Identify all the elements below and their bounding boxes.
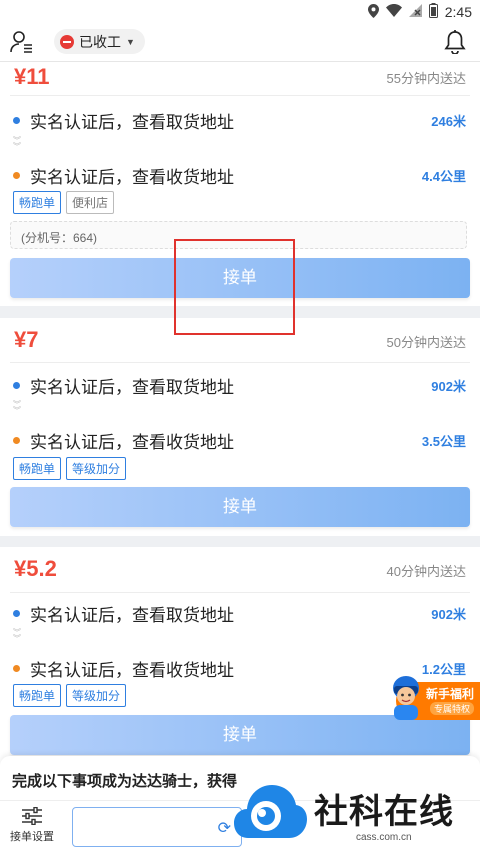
order-tag: 畅跑单: [13, 684, 62, 707]
pickup-distance: 902米: [431, 379, 466, 394]
bell-icon[interactable]: [444, 30, 466, 55]
order-price: ¥11: [14, 64, 50, 89]
work-status-dropdown[interactable]: 已收工 ▼: [54, 29, 145, 54]
pickup-dot-icon: [13, 610, 20, 617]
delivery-dot-icon: [13, 172, 20, 179]
order-tag: 等级加分: [66, 457, 127, 480]
promo-subtitle: 专属特权: [430, 702, 475, 715]
work-status-label: 已收工: [79, 33, 121, 50]
divider: [10, 95, 470, 96]
watermark-url: cass.com.cn: [356, 832, 412, 843]
watermark-text: 社科在线: [314, 793, 454, 831]
top-bar: 已收工 ▼: [0, 24, 480, 62]
route-chevron-icon: ︾ ︾: [13, 628, 21, 643]
pickup-row: 实名认证后，查看取货地址 902米: [0, 373, 480, 397]
delivery-address: 实名认证后，查看收货地址: [30, 433, 234, 452]
pickup-row: 实名认证后，查看取货地址 902米: [0, 601, 480, 625]
rider-mascot-icon: [388, 674, 424, 720]
pickup-dot-icon: [13, 382, 20, 389]
stop-icon: [60, 34, 74, 49]
refresh-icon: ⟳: [217, 820, 231, 837]
pickup-address: 实名认证后，查看取货地址: [30, 606, 234, 625]
order-settings-label: 接单设置: [10, 831, 54, 843]
order-card[interactable]: ¥5.2 40分钟内送达 实名认证后，查看取货地址 902米 ︾ ︾ 实名认证后，…: [0, 547, 480, 767]
battery-icon: [428, 3, 438, 21]
order-price: ¥7: [14, 327, 39, 352]
wifi-icon: [385, 4, 402, 20]
promo-title: 新手福利: [426, 687, 475, 701]
caret-down-icon: ▼: [126, 36, 135, 47]
cloud-logo-icon: [234, 785, 307, 838]
go-online-button[interactable]: ⟳: [72, 807, 242, 847]
status-bar: 2:45: [0, 0, 480, 24]
order-tags: 畅跑单 等级加分: [13, 457, 127, 480]
route-chevron-icon: ︾ ︾: [13, 136, 21, 151]
highlight-box: [174, 239, 295, 335]
delivery-dot-icon: [13, 437, 20, 444]
divider: [10, 362, 470, 363]
order-eta: 40分钟内送达: [386, 564, 466, 579]
accept-order-button[interactable]: 接单: [10, 487, 470, 527]
location-icon: [367, 3, 379, 21]
pickup-row: 实名认证后，查看取货地址 246米: [0, 108, 480, 132]
delivery-distance: 4.4公里: [421, 169, 466, 184]
pickup-address: 实名认证后，查看取货地址: [30, 113, 234, 132]
order-price: ¥5.2: [14, 556, 57, 581]
order-tags: 畅跑单 便利店: [13, 191, 115, 214]
order-tag: 等级加分: [66, 684, 127, 707]
order-tag: 畅跑单: [13, 457, 62, 480]
pickup-address: 实名认证后，查看取货地址: [30, 378, 234, 397]
order-eta: 50分钟内送达: [386, 335, 466, 350]
no-signal-icon: [408, 4, 422, 20]
sliders-icon: [22, 807, 42, 825]
accept-order-button[interactable]: 接单: [10, 715, 470, 755]
delivery-dot-icon: [13, 665, 20, 672]
route-chevron-icon: ︾ ︾: [13, 400, 21, 415]
clock: 2:45: [444, 4, 472, 20]
order-card[interactable]: ¥7 50分钟内送达 实名认证后，查看取货地址 902米 ︾ ︾ 实名认证后，查看…: [0, 318, 480, 536]
delivery-address: 实名认证后，查看收货地址: [30, 168, 234, 187]
pickup-dot-icon: [13, 117, 20, 124]
newbie-benefit-badge[interactable]: 新手福利 专属特权: [388, 674, 480, 720]
delivery-row: 实名认证后，查看收货地址 3.5公里: [0, 428, 480, 452]
order-settings-tab[interactable]: 接单设置: [6, 807, 58, 844]
onboarding-text: 完成以下事项成为达达骑士，获得: [12, 773, 238, 790]
order-tag: 畅跑单: [13, 191, 62, 214]
delivery-distance: 3.5公里: [421, 434, 466, 449]
delivery-row: 实名认证后，查看收货地址 4.4公里: [0, 163, 480, 187]
pickup-distance: 902米: [431, 607, 466, 622]
delivery-address: 实名认证后，查看收货地址: [30, 661, 234, 680]
watermark-logo: 社科在线 cass.com.cn: [232, 774, 480, 853]
divider: [10, 592, 470, 593]
pickup-distance: 246米: [431, 114, 466, 129]
order-tags: 畅跑单 等级加分: [13, 684, 127, 707]
order-eta: 55分钟内送达: [386, 71, 466, 86]
order-tag: 便利店: [66, 191, 115, 214]
user-menu-icon[interactable]: [10, 30, 34, 54]
